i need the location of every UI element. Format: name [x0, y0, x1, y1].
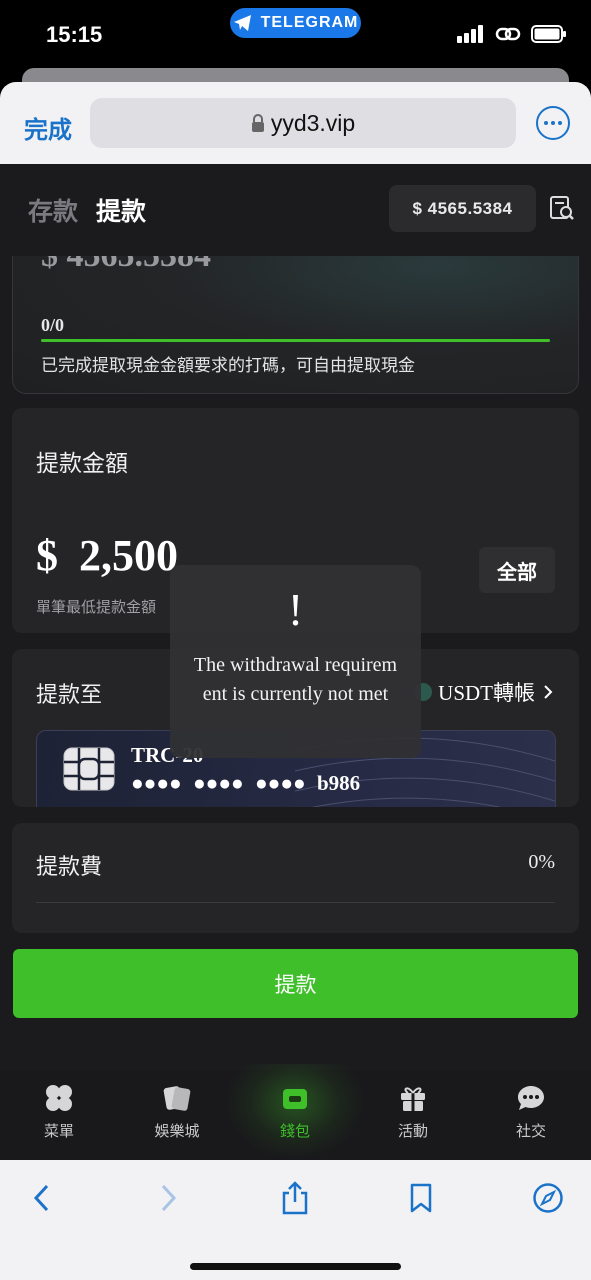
clover-menu-icon: [46, 1085, 72, 1111]
amount-input[interactable]: $ 2,500: [36, 530, 178, 581]
nav-item-wallet[interactable]: 錢包: [250, 1082, 340, 1141]
system-icons: [457, 24, 567, 44]
withdraw-submit-button[interactable]: 提款: [13, 949, 578, 1018]
wallet-icon: [283, 1089, 307, 1109]
min-amount-note: 單筆最低提款金額: [36, 599, 157, 616]
fee-value: 0%: [528, 851, 555, 873]
nav-item-casino[interactable]: 娛樂城: [132, 1082, 222, 1141]
share-button[interactable]: [275, 1178, 315, 1218]
browser-top-bar: 完成 yyd3.vip: [0, 82, 591, 164]
browser-bottom-toolbar: [0, 1160, 591, 1280]
signal-icon: [457, 25, 483, 43]
chat-icon: [518, 1086, 544, 1110]
compass-icon: [533, 1183, 563, 1213]
cards-icon: [163, 1086, 191, 1111]
fee-label: 提款費: [36, 854, 103, 879]
nav-label: 錢包: [279, 1123, 310, 1140]
page-header: 存款 提款 $ 4565.5384: [0, 164, 591, 256]
nav-label: 娛樂城: [154, 1123, 200, 1140]
chevron-right-icon: [544, 685, 553, 699]
url-text: yyd3.vip: [270, 109, 356, 136]
bottom-nav: 菜單 娛樂城 錢包 活動 社交: [0, 1064, 591, 1160]
wallet-page: 存款 提款 $ 4565.5384 $ 4565.5384 0/0 已完成提取現…: [0, 164, 591, 1160]
lock-icon: [251, 114, 264, 132]
nav-item-social[interactable]: 社交: [486, 1082, 576, 1141]
chevron-left-icon: [33, 1184, 49, 1212]
gift-icon: [401, 1087, 425, 1111]
home-indicator: [190, 1263, 401, 1270]
card-chip-icon: [63, 747, 115, 791]
destination-label: 提款至: [36, 682, 103, 707]
turnover-progress-fill: [41, 339, 550, 342]
forward-button[interactable]: [148, 1178, 188, 1218]
divider: [36, 902, 555, 903]
telegram-label: TELEGRAM: [260, 14, 359, 31]
nav-label: 社交: [515, 1123, 546, 1140]
tab-withdraw[interactable]: 提款: [96, 192, 146, 228]
telegram-return-pill[interactable]: TELEGRAM: [230, 8, 361, 38]
telegram-icon: [233, 15, 251, 31]
open-in-safari-button[interactable]: [528, 1178, 568, 1218]
share-icon: [282, 1181, 308, 1215]
records-search-icon[interactable]: [548, 194, 576, 222]
withdraw-all-button[interactable]: 全部: [479, 547, 555, 593]
destination-method-selector[interactable]: USDT轉帳: [414, 677, 555, 707]
status-bar: 15:15 TELEGRAM: [0, 0, 591, 70]
turnover-progress-text: 0/0: [41, 315, 65, 335]
nav-item-events[interactable]: 活動: [368, 1082, 458, 1141]
tab-deposit[interactable]: 存款: [28, 192, 78, 228]
more-options-button[interactable]: [536, 106, 570, 140]
nav-label: 活動: [397, 1123, 428, 1140]
back-button[interactable]: [22, 1178, 62, 1218]
done-button[interactable]: 完成: [24, 110, 72, 145]
destination-method-label: USDT轉帳: [438, 681, 535, 705]
card-number: ●●●● ●●●● ●●●● b986: [131, 771, 361, 795]
bookmark-icon: [410, 1183, 432, 1213]
amount-title: 提款金額: [36, 450, 128, 476]
withdraw-fee-panel: 提款費 0%: [12, 823, 579, 933]
url-bar[interactable]: yyd3.vip: [90, 98, 516, 148]
bookmarks-button[interactable]: [401, 1178, 441, 1218]
status-time: 15:15: [46, 22, 103, 47]
turnover-progress-bar: [41, 339, 550, 342]
exclamation-icon: !: [287, 584, 304, 635]
battery-icon: [531, 25, 566, 43]
nav-item-menu[interactable]: 菜單: [14, 1082, 104, 1141]
turnover-summary-card: $ 4565.5384 0/0 已完成提取現金金額要求的打碼，可自由提取現金: [12, 234, 579, 394]
chevron-right-icon: [161, 1184, 177, 1212]
toast-message: The withdrawal requirement is currently …: [193, 654, 398, 705]
link-icon: [495, 27, 521, 41]
nav-label: 菜單: [43, 1123, 74, 1140]
error-toast: ! The withdrawal requirement is currentl…: [170, 565, 421, 758]
balance-badge: $ 4565.5384: [389, 185, 536, 232]
turnover-description: 已完成提取現金金額要求的打碼，可自由提取現金: [41, 356, 415, 375]
